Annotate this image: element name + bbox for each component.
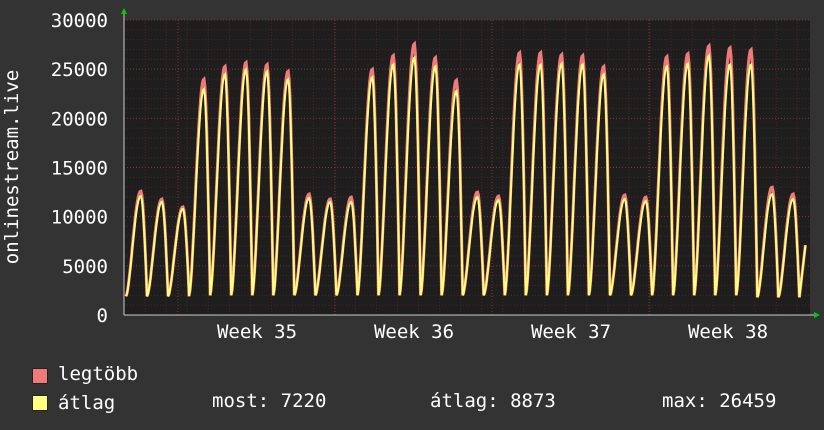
y-tick-label: 30000 [51,10,108,32]
y-axis-label: onlinestream.live [1,70,23,264]
atlag-label: átlag [58,392,116,414]
y-tick-label: 0 [97,305,108,327]
stat-now: most: 7220 [212,390,327,412]
y-tick-label: 20000 [51,108,108,130]
atlag-swatch [32,395,48,411]
stat-avg: átlag: 8873 [430,390,556,412]
y-axis-arrow [121,8,127,14]
legtobb-label: legtöbb [58,363,139,385]
y-tick-label: 5000 [62,256,108,278]
x-axis-arrow [814,312,820,318]
x-tick-label: Week 35 [217,321,297,343]
legtobb-swatch [32,368,48,384]
stat-max: max: 26459 [662,390,777,412]
x-tick-label: Week 38 [688,321,768,343]
x-tick-label: Week 36 [374,321,454,343]
x-tick-label: Week 37 [531,321,611,343]
y-tick-label: 15000 [51,158,108,180]
y-tick-label: 10000 [51,207,108,229]
y-tick-label: 25000 [51,59,108,81]
